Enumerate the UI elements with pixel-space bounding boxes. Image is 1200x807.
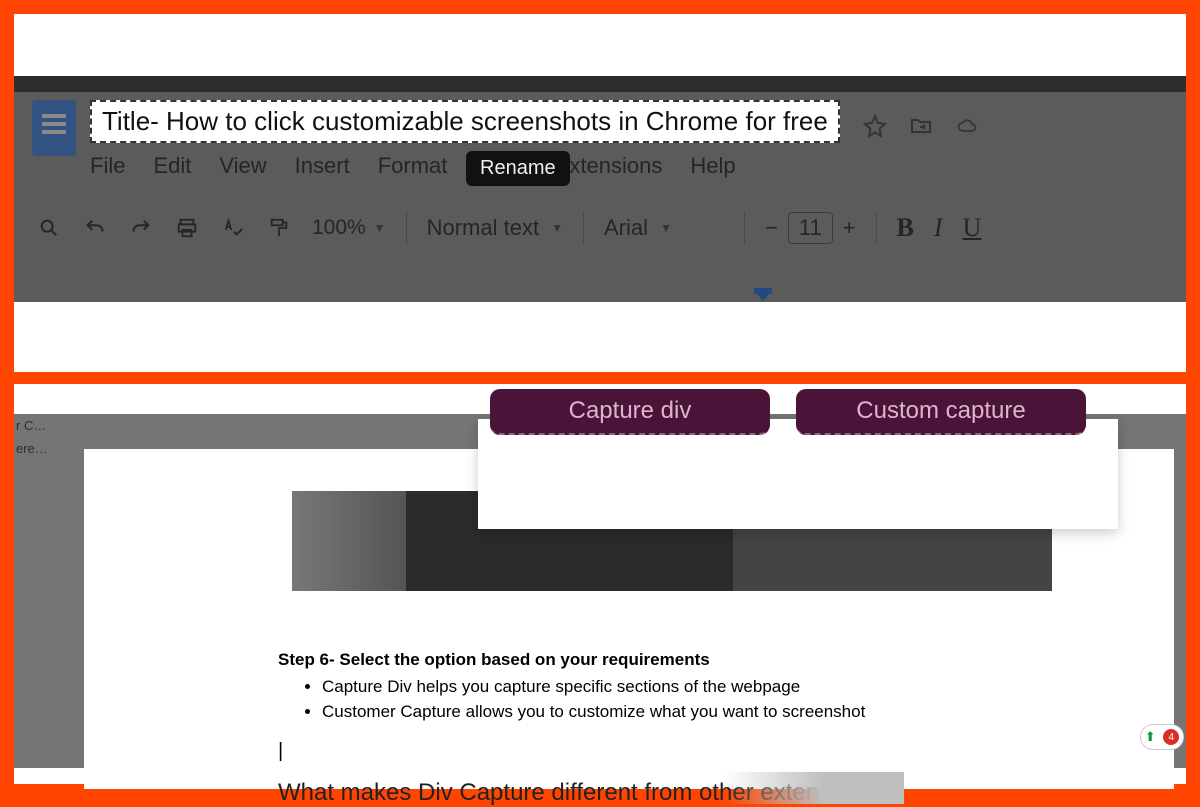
document-outline[interactable]: r C… ere… <box>14 414 72 768</box>
move-folder-icon[interactable] <box>908 113 934 139</box>
menu-edit[interactable]: Edit <box>153 153 191 179</box>
step-heading: Step 6- Select the option based on your … <box>278 649 1038 672</box>
cloud-status-icon[interactable] <box>954 113 980 139</box>
underline-button[interactable]: U <box>963 213 982 243</box>
outline-item[interactable]: r C… <box>14 414 72 437</box>
document-body-text[interactable]: Step 6- Select the option based on your … <box>278 649 1038 765</box>
list-item: Capture Div helps you capture specific s… <box>322 676 1038 699</box>
search-icon[interactable] <box>36 215 62 241</box>
paragraph-style-dropdown[interactable]: Normal text▼ <box>427 215 563 241</box>
redo-icon[interactable] <box>128 215 154 241</box>
menu-extensions[interactable]: Extensions <box>555 153 663 179</box>
docs-header: Title- How to click customizable screens… <box>14 92 1186 179</box>
text-fade-mask <box>724 772 904 804</box>
separator <box>876 211 877 245</box>
google-docs-logo-icon[interactable] <box>32 100 76 156</box>
font-dropdown[interactable]: Arial▼ <box>604 215 724 241</box>
google-docs-chrome: Title- How to click customizable screens… <box>14 92 1186 302</box>
menu-insert[interactable]: Insert <box>295 153 350 179</box>
font-size-control: − 11 + <box>765 212 856 244</box>
docs-editor-area: r C… ere… Capture div Custom capture Ste… <box>14 414 1186 768</box>
text-cursor: | <box>278 738 1038 765</box>
arrow-up-icon: ⬆ <box>1145 729 1156 745</box>
bottom-panel: r C… ere… Capture div Custom capture Ste… <box>14 384 1186 784</box>
document-title-input[interactable]: Title- How to click customizable screens… <box>90 100 840 143</box>
extension-popup: Capture div Custom capture <box>478 419 1118 529</box>
bold-button[interactable]: B <box>897 213 914 243</box>
explore-button[interactable]: ⬆ 4 <box>1140 724 1184 750</box>
rename-tooltip: Rename <box>466 151 570 186</box>
capture-div-button[interactable]: Capture div <box>490 389 770 435</box>
spellcheck-icon[interactable] <box>220 215 246 241</box>
ruler-tab-indicator-icon[interactable] <box>754 288 772 294</box>
custom-capture-button[interactable]: Custom capture <box>796 389 1086 435</box>
font-size-increase[interactable]: + <box>843 215 856 241</box>
zoom-dropdown[interactable]: 100%▼ <box>312 216 386 240</box>
italic-button[interactable]: I <box>934 213 943 243</box>
menu-file[interactable]: File <box>90 153 125 179</box>
docs-menubar: File Edit View Insert Format Tools Exten… <box>90 153 1168 179</box>
separator <box>406 211 407 245</box>
browser-tabstrip <box>14 76 1186 92</box>
print-icon[interactable] <box>174 215 200 241</box>
notification-badge-icon: 4 <box>1163 729 1179 745</box>
outline-item[interactable]: ere… <box>14 437 72 460</box>
paint-format-icon[interactable] <box>266 215 292 241</box>
undo-icon[interactable] <box>82 215 108 241</box>
separator <box>583 211 584 245</box>
menu-view[interactable]: View <box>219 153 266 179</box>
separator <box>744 211 745 245</box>
font-size-decrease[interactable]: − <box>765 215 778 241</box>
spacer <box>14 14 1186 76</box>
top-panel: Title- How to click customizable screens… <box>14 14 1186 372</box>
menu-help[interactable]: Help <box>690 153 735 179</box>
menu-format[interactable]: Format <box>378 153 448 179</box>
font-size-input[interactable]: 11 <box>788 212 833 244</box>
star-icon[interactable] <box>862 113 888 139</box>
document-page[interactable]: Capture div Custom capture Step 6- Selec… <box>84 449 1174 789</box>
list-item: Customer Capture allows you to customize… <box>322 701 1038 724</box>
docs-toolbar: 100%▼ Normal text▼ Arial▼ − 11 + B I U <box>14 193 1186 263</box>
